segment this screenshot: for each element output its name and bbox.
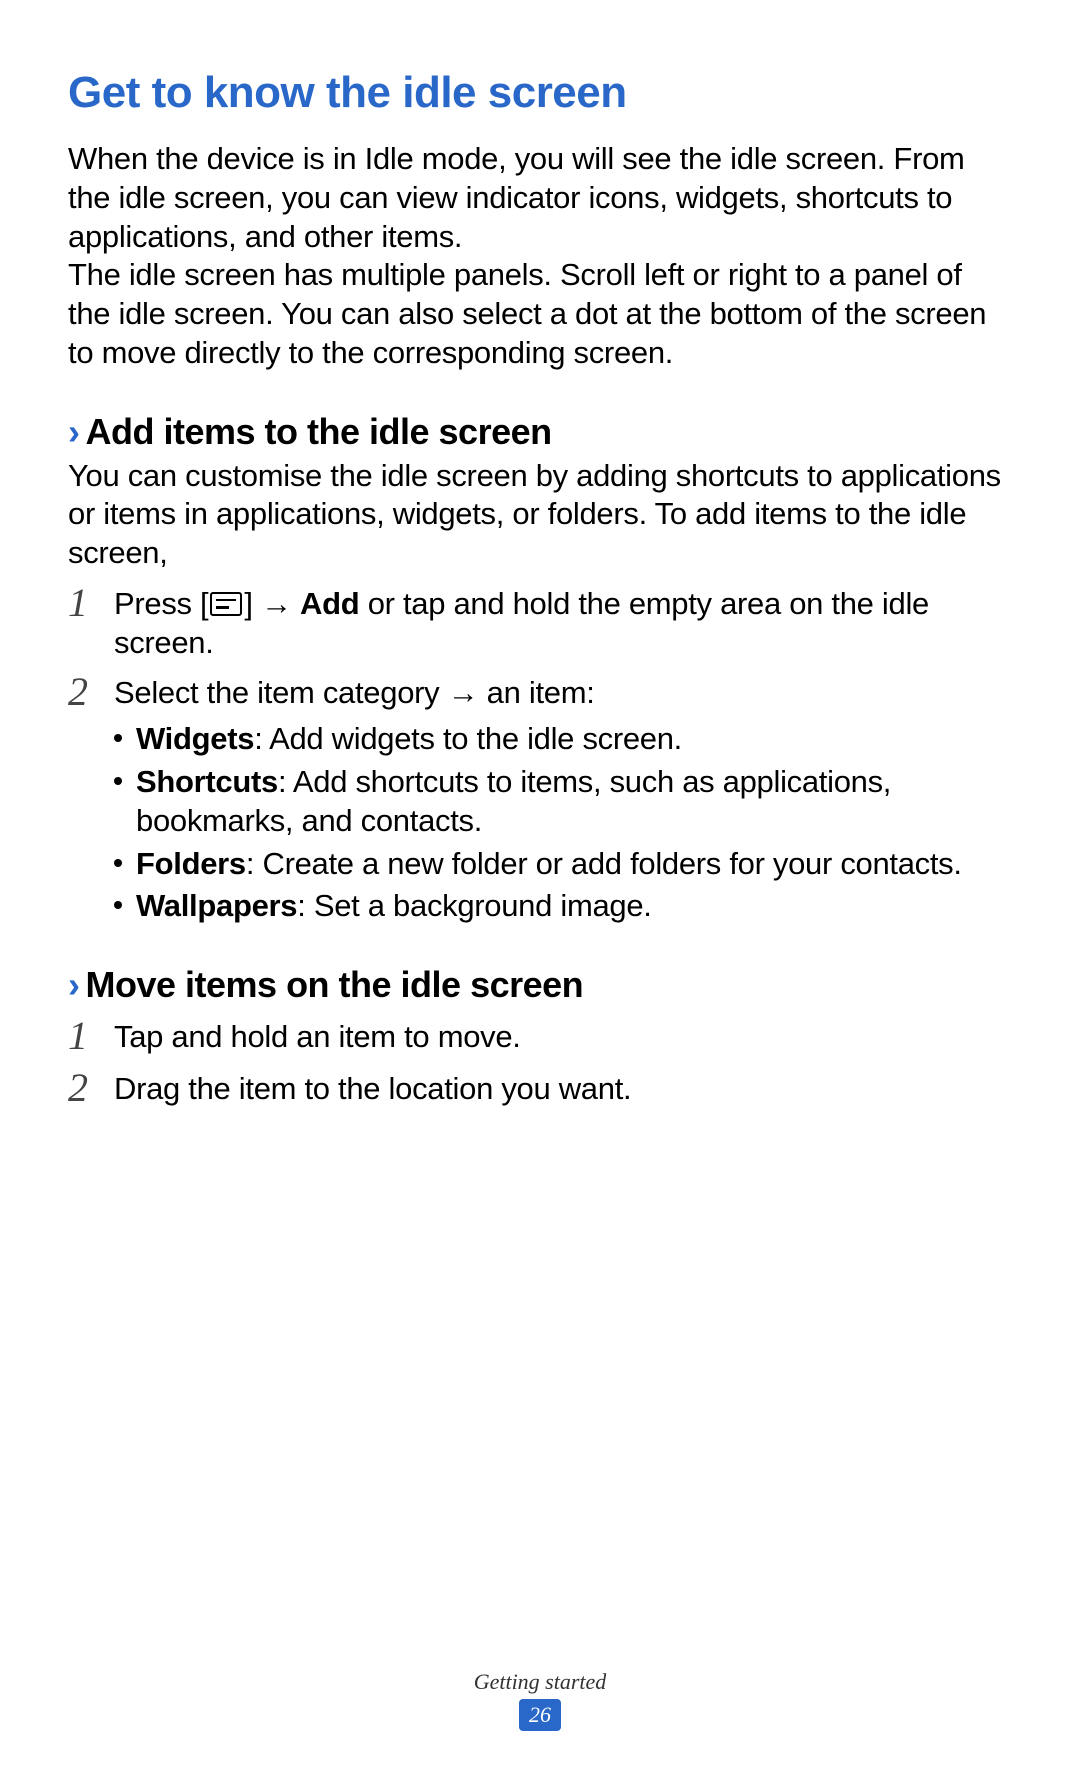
- bold-text: Wallpapers: [136, 888, 297, 923]
- subheading-text: Move items on the idle screen: [86, 964, 584, 1006]
- text-fragment: Press [: [114, 586, 208, 621]
- bullet-text: Shortcuts: Add shortcuts to items, such …: [136, 763, 1012, 841]
- bullet-item: Shortcuts: Add shortcuts to items, such …: [114, 763, 1012, 841]
- bullet-list: Widgets: Add widgets to the idle screen.…: [68, 720, 1012, 926]
- bullet-item: Wallpapers: Set a background image.: [114, 887, 1012, 926]
- text-fragment: : Add widgets to the idle screen.: [254, 721, 682, 756]
- step-2: 2 Drag the item to the location you want…: [68, 1070, 1012, 1110]
- page-footer: Getting started 26: [0, 1669, 1080, 1731]
- step-2: 2 Select the item category → an item:: [68, 674, 1012, 714]
- bullet-icon: [114, 901, 122, 909]
- bullet-icon: [114, 859, 122, 867]
- step-text: Drag the item to the location you want.: [114, 1070, 1012, 1109]
- step-1: 1 Press [] → Add or tap and hold the emp…: [68, 585, 1012, 663]
- main-heading: Get to know the idle screen: [68, 68, 1012, 118]
- subheading-move-items: › Move items on the idle screen: [68, 964, 1012, 1006]
- bullet-text: Folders: Create a new folder or add fold…: [136, 845, 1012, 884]
- intro-paragraph-1: When the device is in Idle mode, you wil…: [68, 140, 1012, 256]
- bullet-item: Widgets: Add widgets to the idle screen.: [114, 720, 1012, 759]
- step-number: 2: [68, 1068, 114, 1108]
- step-text: Press [] → Add or tap and hold the empty…: [114, 585, 1012, 663]
- bold-text: Widgets: [136, 721, 254, 756]
- step-number: 1: [68, 1016, 114, 1056]
- footer-section-label: Getting started: [0, 1669, 1080, 1695]
- step-number: 1: [68, 583, 114, 623]
- page-number-badge: 26: [519, 1699, 561, 1731]
- chevron-icon: ›: [68, 411, 80, 453]
- bold-text: Folders: [136, 846, 246, 881]
- chevron-icon: ›: [68, 964, 80, 1006]
- intro-paragraph-2: The idle screen has multiple panels. Scr…: [68, 256, 1012, 372]
- step-number: 2: [68, 672, 114, 712]
- step-1: 1 Tap and hold an item to move.: [68, 1018, 1012, 1058]
- bold-text: Add: [300, 586, 359, 621]
- step-text: Tap and hold an item to move.: [114, 1018, 1012, 1057]
- menu-icon: [210, 592, 242, 616]
- subheading-text: Add items to the idle screen: [86, 411, 552, 453]
- subheading-add-items: › Add items to the idle screen: [68, 411, 1012, 453]
- bullet-item: Folders: Create a new folder or add fold…: [114, 845, 1012, 884]
- text-fragment: : Create a new folder or add folders for…: [246, 846, 962, 881]
- page-content: Get to know the idle screen When the dev…: [0, 0, 1080, 1110]
- bold-text: Shortcuts: [136, 764, 278, 799]
- bullet-text: Wallpapers: Set a background image.: [136, 887, 1012, 926]
- bullet-text: Widgets: Add widgets to the idle screen.: [136, 720, 1012, 759]
- text-fragment: : Set a background image.: [297, 888, 651, 923]
- step-text: Select the item category → an item:: [114, 674, 1012, 713]
- section1-intro: You can customise the idle screen by add…: [68, 457, 1012, 573]
- text-fragment: ] →: [244, 586, 300, 621]
- bullet-icon: [114, 734, 122, 742]
- bullet-icon: [114, 777, 122, 785]
